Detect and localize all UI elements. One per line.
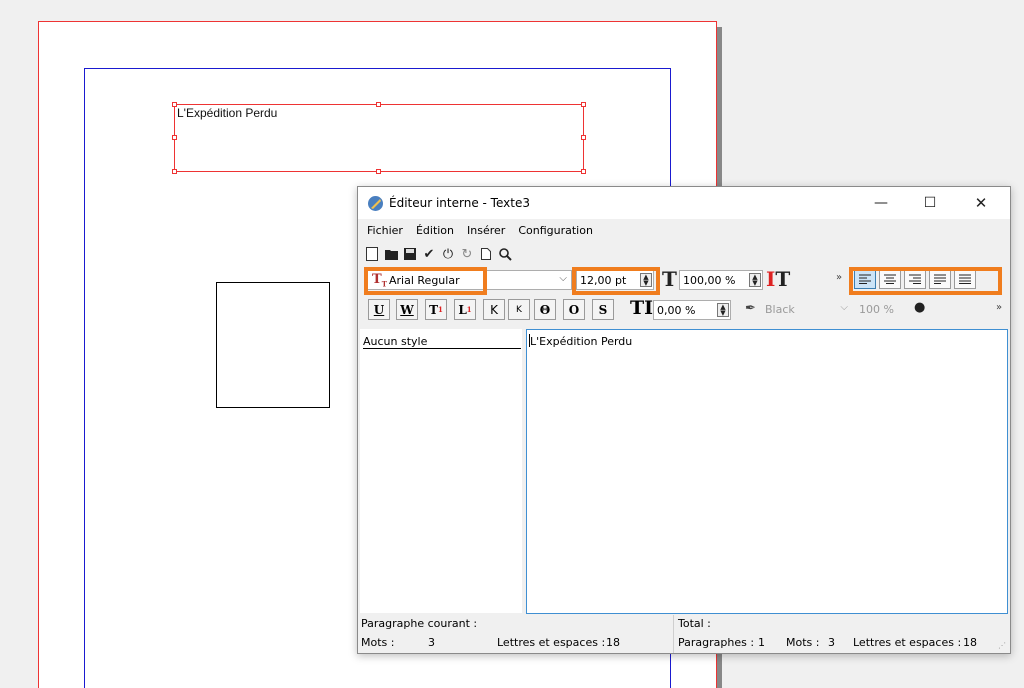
fill-bucket-icon[interactable]: ● [914, 300, 925, 315]
spinner-icon[interactable]: ▲ ▼ [749, 273, 761, 287]
file-toolbar: ✔ ⏻ ↻ [358, 243, 1010, 265]
paragraph-style-list[interactable]: Aucun style [360, 329, 522, 613]
alignment-highlight-box [849, 267, 1002, 295]
check-icon[interactable]: ✔ [421, 246, 437, 262]
status-bar: Paragraphe courant : Mots : 3 Lettres et… [358, 615, 1010, 653]
text-color-select[interactable]: Black ⌵ [760, 300, 852, 320]
all-caps-button[interactable]: K [483, 299, 505, 320]
letter-spacing-field[interactable]: 0,00 % ▲ ▼ [653, 300, 731, 320]
title-text-frame[interactable]: L'Expédition Perdu [172, 102, 586, 174]
paragraphs-value: 1 [758, 636, 765, 649]
title-bar[interactable]: Éditeur interne - Texte3 — ☐ ✕ [358, 187, 1010, 219]
minimize-button[interactable]: — [858, 187, 904, 219]
paragraphs-label: Paragraphes : [678, 636, 755, 649]
letters-label: Lettres et espaces : [497, 636, 606, 649]
subscript-button[interactable]: T1 [425, 299, 447, 320]
total-letters-value: 18 [963, 636, 977, 649]
letter-spacing-icon: TI [630, 297, 654, 319]
horizontal-scale-icon: T [662, 267, 677, 291]
letters-value: 18 [606, 636, 620, 649]
font-size-highlight-box [572, 267, 660, 295]
vertical-scale-icon: IT [766, 267, 791, 291]
shade-field[interactable]: 100 % [856, 300, 902, 320]
shade-value: 100 % [859, 303, 894, 316]
words-label: Mots : [361, 636, 395, 649]
character-toolbar: TT Arial Regular ⌵ 12,00 pt ▲ ▼ T 100,00 … [358, 267, 1010, 295]
words-value: 3 [428, 636, 435, 649]
font-highlight-box [364, 267, 487, 295]
close-button[interactable]: ✕ [958, 187, 1004, 219]
resize-handle[interactable] [172, 169, 177, 174]
power-icon[interactable]: ⏻ [440, 246, 456, 262]
horizontal-scale-value: 100,00 % [683, 274, 736, 287]
resize-handle[interactable] [376, 102, 381, 107]
letter-spacing-value: 0,00 % [657, 304, 696, 317]
story-editor-window: Éditeur interne - Texte3 — ☐ ✕ Fichier É… [357, 186, 1011, 654]
total-label: Total : [678, 617, 711, 630]
folder-icon[interactable] [383, 246, 399, 262]
resize-handle[interactable] [172, 135, 177, 140]
chevron-down-icon: ⌵ [840, 302, 848, 313]
shadow-button[interactable]: S [592, 299, 614, 320]
current-paragraph-label: Paragraphe courant : [361, 617, 478, 630]
search-icon[interactable] [497, 246, 513, 262]
app-logo-icon [368, 196, 383, 211]
chevron-down-icon: ⌵ [559, 273, 567, 284]
menu-configuration[interactable]: Configuration [518, 224, 593, 237]
outline-button[interactable]: O [563, 299, 585, 320]
menu-bar: Fichier Édition Insérer Configuration [358, 219, 1010, 241]
total-words-label: Mots : [786, 636, 820, 649]
text-color-value: Black [765, 303, 795, 316]
total-letters-label: Lettres et espaces : [853, 636, 962, 649]
underline-words-button[interactable]: W [396, 299, 418, 320]
text-edit-area[interactable]: L'Expédition Perdu [526, 329, 1008, 614]
toolbar-overflow-button[interactable]: » [996, 302, 1002, 313]
new-doc-icon[interactable] [364, 246, 380, 262]
image-frame[interactable] [216, 282, 330, 408]
total-words-value: 3 [828, 636, 835, 649]
style-item-none[interactable]: Aucun style [363, 335, 521, 349]
save-icon[interactable] [402, 246, 418, 262]
maximize-button[interactable]: ☐ [907, 187, 953, 219]
small-caps-button[interactable]: K [508, 299, 530, 320]
redo-icon[interactable]: ↻ [459, 246, 475, 262]
spinner-icon[interactable]: ▲ ▼ [717, 303, 729, 317]
resize-handle[interactable] [376, 169, 381, 174]
resize-handle[interactable] [581, 169, 586, 174]
resize-handle[interactable] [581, 102, 586, 107]
menu-fichier[interactable]: Fichier [367, 224, 403, 237]
menu-inserer[interactable]: Insérer [467, 224, 505, 237]
toolbar-overflow-button[interactable]: » [836, 272, 842, 283]
pen-icon: ✒ [745, 301, 756, 316]
text-content: L'Expédition Perdu [530, 335, 633, 348]
page-icon[interactable] [478, 246, 494, 262]
resize-handle[interactable] [581, 135, 586, 140]
window-title: Éditeur interne - Texte3 [389, 196, 530, 210]
frame-text: L'Expédition Perdu [177, 106, 278, 120]
menu-edition[interactable]: Édition [416, 224, 454, 237]
underline-button[interactable]: U [368, 299, 390, 320]
status-divider [673, 615, 674, 653]
horizontal-scale-field[interactable]: 100,00 % ▲ ▼ [679, 270, 763, 290]
resize-grip-icon[interactable]: ⋰ [998, 641, 1008, 651]
style-toolbar: U W T1 L1 K K Θ O S TI 0,00 % ▲ ▼ ✒ Black… [358, 297, 1010, 323]
strikethrough-button[interactable]: Θ [534, 299, 556, 320]
superscript-button[interactable]: L1 [454, 299, 476, 320]
